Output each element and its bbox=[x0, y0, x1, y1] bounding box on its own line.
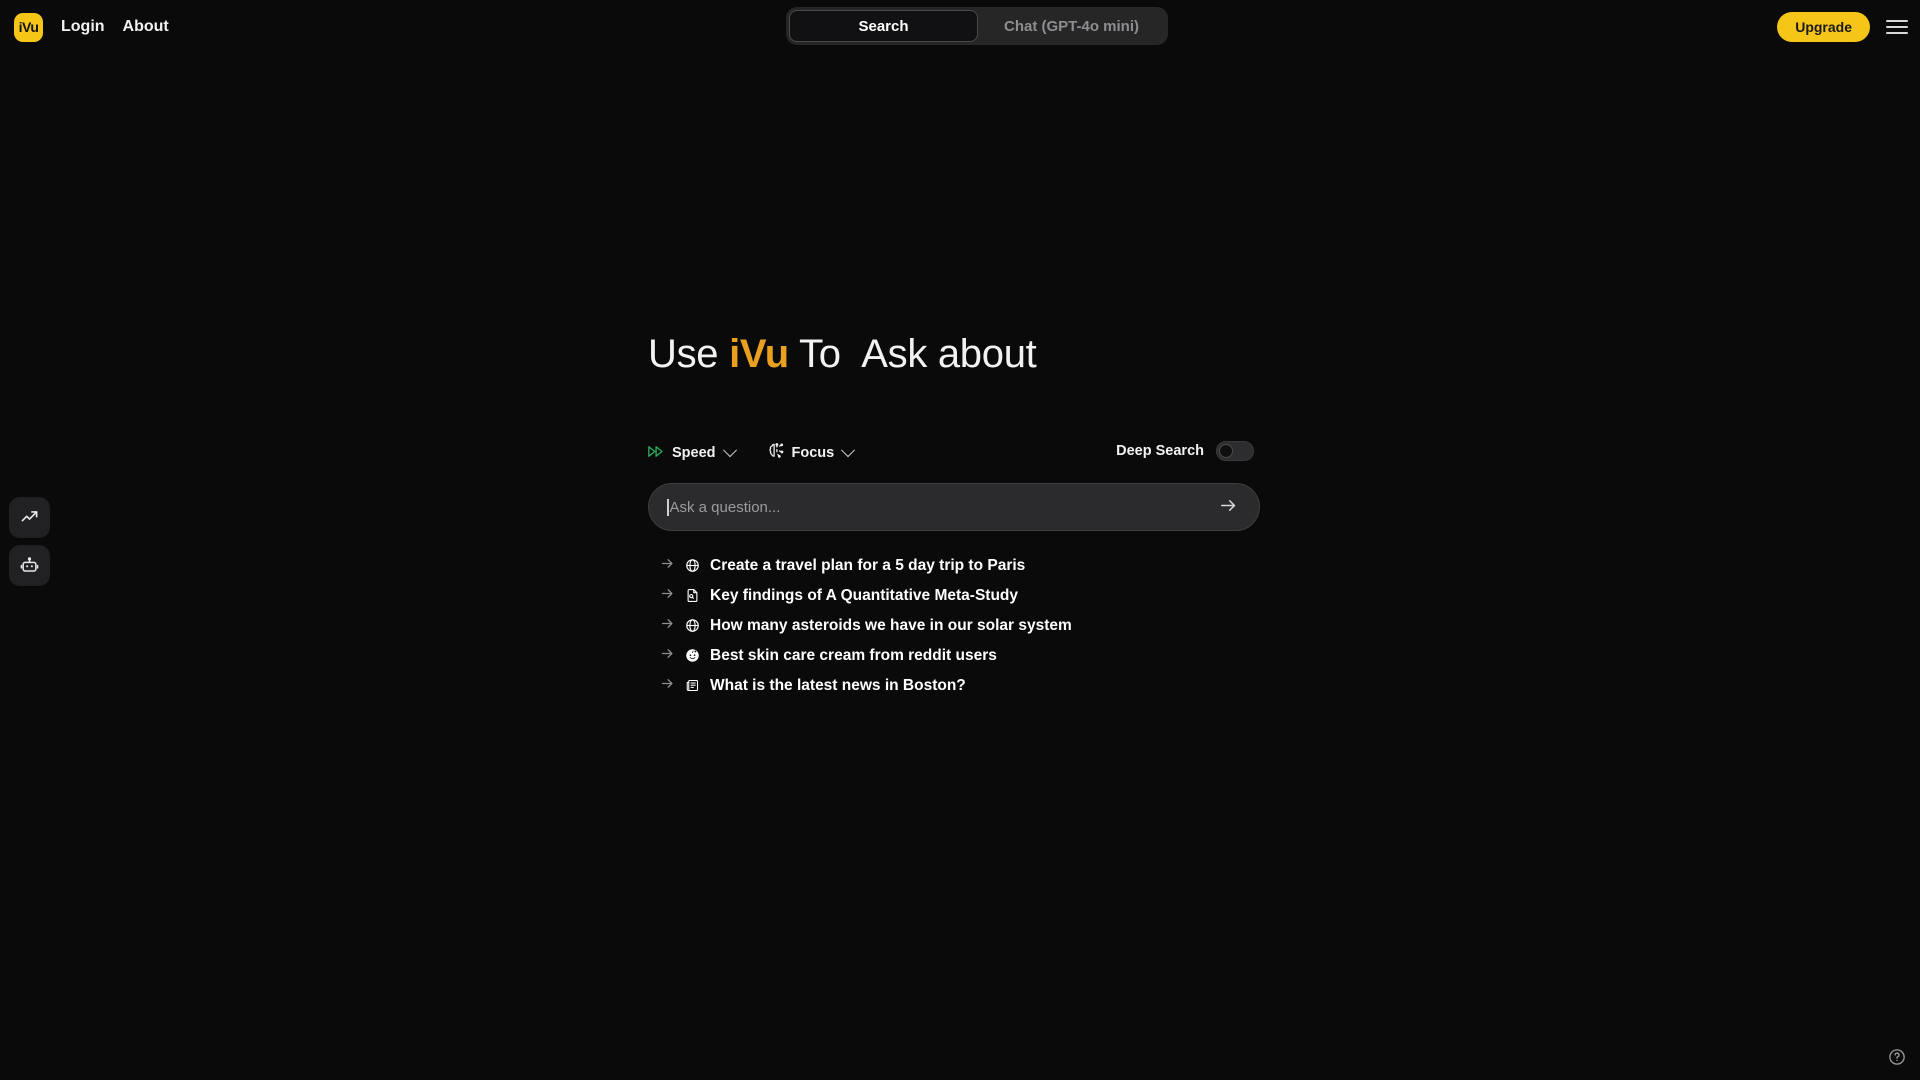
main-content: Use iVu To Ask about Speed Focus Deep Se… bbox=[648, 330, 1260, 696]
speed-selector[interactable]: Speed bbox=[648, 443, 737, 462]
arrow-right-icon bbox=[660, 676, 675, 696]
nav-link-about[interactable]: About bbox=[123, 18, 169, 36]
focus-selector[interactable]: Focus bbox=[767, 442, 856, 464]
top-bar: iVu Login About Search Chat (GPT-4o mini… bbox=[0, 0, 1920, 54]
fast-forward-icon bbox=[648, 445, 665, 462]
page-title: Use iVu To Ask about bbox=[648, 330, 1260, 378]
arrow-right-icon bbox=[660, 556, 675, 576]
rail-item-trends[interactable] bbox=[9, 497, 50, 538]
globe-icon bbox=[685, 558, 700, 573]
arrow-right-icon bbox=[660, 646, 675, 666]
text-caret bbox=[667, 498, 669, 516]
deep-search-control: Deep Search bbox=[1116, 441, 1254, 461]
list-item-label: What is the latest news in Boston? bbox=[710, 676, 966, 694]
document-search-icon bbox=[685, 588, 700, 603]
list-item[interactable]: Key findings of A Quantitative Meta-Stud… bbox=[648, 585, 1260, 606]
list-item[interactable]: Create a travel plan for a 5 day trip to… bbox=[648, 555, 1260, 576]
mode-tab-switcher: Search Chat (GPT-4o mini) bbox=[786, 7, 1168, 45]
left-rail bbox=[9, 497, 50, 586]
arrow-right-icon bbox=[660, 586, 675, 606]
deep-search-label: Deep Search bbox=[1116, 443, 1204, 459]
headline-brand: iVu bbox=[729, 332, 789, 376]
search-input[interactable]: Ask a question... bbox=[670, 499, 1218, 516]
search-submit-button[interactable] bbox=[1217, 496, 1239, 518]
deep-search-toggle[interactable] bbox=[1216, 441, 1254, 461]
rail-item-assistant[interactable] bbox=[9, 545, 50, 586]
arrow-right-icon bbox=[660, 616, 675, 636]
app-root: iVu Login About Search Chat (GPT-4o mini… bbox=[0, 0, 1920, 1080]
ivu-logo-icon[interactable]: iVu bbox=[14, 12, 43, 42]
speed-label: Speed bbox=[672, 445, 716, 461]
tab-search[interactable]: Search bbox=[789, 10, 978, 42]
upgrade-button[interactable]: Upgrade bbox=[1777, 12, 1870, 42]
search-input-container[interactable]: Ask a question... bbox=[648, 483, 1260, 531]
nav-link-login[interactable]: Login bbox=[61, 18, 105, 36]
hamburger-menu-icon[interactable] bbox=[1886, 18, 1908, 36]
chevron-down-icon bbox=[841, 443, 856, 458]
headline-typed-text: Ask about bbox=[861, 332, 1037, 376]
list-item[interactable]: What is the latest news in Boston? bbox=[648, 675, 1260, 696]
list-item-label: How many asteroids we have in our solar … bbox=[710, 616, 1072, 634]
help-circle-icon[interactable] bbox=[1888, 1048, 1906, 1066]
list-item-label: Create a travel plan for a 5 day trip to… bbox=[710, 556, 1026, 574]
trending-up-icon bbox=[20, 508, 39, 527]
arrow-right-icon bbox=[1219, 496, 1238, 518]
reddit-icon bbox=[685, 648, 700, 663]
list-item[interactable]: How many asteroids we have in our solar … bbox=[648, 615, 1260, 636]
robot-icon bbox=[20, 556, 39, 575]
headline-middle: To bbox=[799, 332, 841, 376]
top-bar-right: Upgrade bbox=[1777, 12, 1908, 42]
focus-label: Focus bbox=[791, 445, 835, 461]
list-item-label: Best skin care cream from reddit users bbox=[710, 646, 997, 664]
suggestion-list: Create a travel plan for a 5 day trip to… bbox=[648, 555, 1260, 696]
tab-chat[interactable]: Chat (GPT-4o mini) bbox=[978, 10, 1165, 42]
top-bar-left: iVu Login About bbox=[14, 12, 169, 42]
chevron-down-icon bbox=[722, 443, 737, 458]
headline-prefix: Use bbox=[648, 332, 719, 376]
toggle-knob bbox=[1219, 444, 1233, 458]
globe-icon bbox=[685, 618, 700, 633]
brain-icon bbox=[767, 442, 785, 464]
search-controls: Speed Focus Deep Search bbox=[648, 440, 1260, 466]
list-item[interactable]: Best skin care cream from reddit users bbox=[648, 645, 1260, 666]
list-item-label: Key findings of A Quantitative Meta-Stud… bbox=[710, 586, 1019, 604]
news-icon bbox=[685, 678, 700, 693]
